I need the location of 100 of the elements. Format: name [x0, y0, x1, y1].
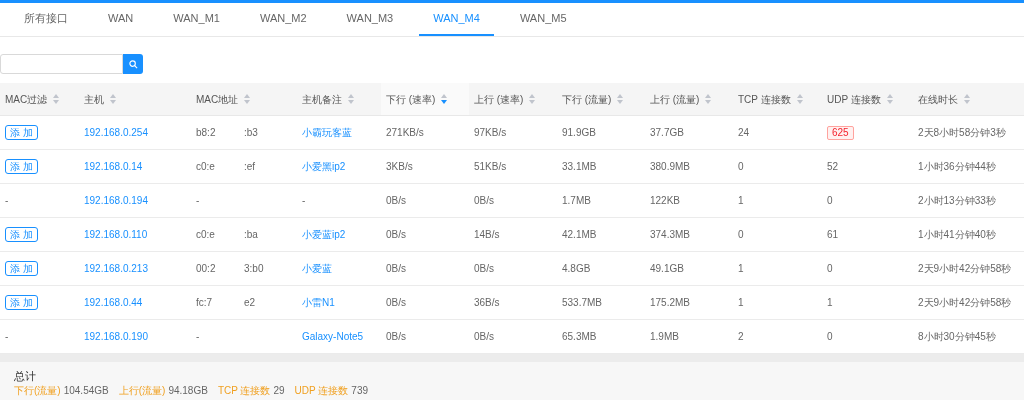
add-button[interactable]: 添 加	[5, 261, 38, 276]
interface-tab[interactable]: WAN_M2	[245, 3, 321, 36]
sort-icon[interactable]	[348, 94, 354, 104]
table-cell-text: 8小时30分钟45秒	[918, 330, 996, 344]
table-cell-text: 271KB/s	[386, 126, 424, 140]
table-cell-text: 1	[827, 296, 833, 310]
interface-tab[interactable]: WAN	[94, 3, 148, 36]
table-cell-text: :ef	[244, 160, 256, 174]
host-note-link[interactable]: Galaxy-Note5	[302, 329, 364, 344]
host-note-link[interactable]: 小爱蓝	[302, 261, 332, 276]
search-button[interactable]	[123, 54, 143, 74]
table-cell-text: 0B/s	[386, 330, 406, 344]
sort-icon[interactable]	[529, 94, 536, 104]
table-cell-text: 49.1GB	[650, 262, 684, 276]
host-note-link[interactable]: 小雷N1	[302, 295, 335, 310]
table-cell-text: 0	[738, 228, 744, 242]
host-link[interactable]: 192.168.0.110	[84, 227, 148, 242]
column-header: 下行 (速率)	[386, 92, 436, 107]
table-cell-text: 2天8小时58分钟3秒	[918, 126, 1006, 140]
table-cell-text: 1	[738, 296, 744, 310]
add-button[interactable]: 添 加	[5, 295, 38, 310]
table-cell-text: 2小时13分钟33秒	[918, 194, 996, 208]
interface-tab[interactable]: WAN_M1	[159, 3, 234, 36]
sort-icon[interactable]	[441, 94, 448, 104]
table-cell-text: -	[196, 194, 201, 208]
interface-tab[interactable]: WAN_M3	[332, 3, 408, 36]
column-header: 下行 (流量)	[562, 92, 612, 107]
host-note-link[interactable]: 小爱黑ip2	[302, 159, 346, 174]
table-cell-text: 0B/s	[386, 296, 406, 310]
column-header: 在线时长	[918, 92, 958, 107]
table-cell-text: 2	[738, 330, 744, 344]
column-header: UDP 连接数	[827, 92, 881, 107]
interface-tab[interactable]: WAN_M4	[419, 3, 494, 36]
table-cell-text: 0B/s	[386, 194, 406, 208]
sort-icon[interactable]	[617, 94, 624, 104]
table-cell-text: -	[5, 330, 9, 344]
summary-value: 29	[273, 384, 285, 398]
table-cell-text: b8:2	[196, 126, 217, 140]
add-button[interactable]: 添 加	[5, 125, 38, 140]
table-cell-text: 91.9GB	[562, 126, 596, 140]
table-cell-text: 0B/s	[386, 262, 406, 276]
table-cell-text: 0B/s	[474, 330, 494, 344]
column-header: TCP 连接数	[738, 92, 791, 107]
add-button[interactable]: 添 加	[5, 227, 38, 242]
sort-icon[interactable]	[244, 94, 251, 104]
summary-label: 下行(流量)	[14, 384, 61, 398]
host-link[interactable]: 192.168.0.44	[84, 295, 143, 310]
summary-label: TCP 连接数	[217, 384, 271, 398]
table-cell-text: 0B/s	[386, 228, 406, 242]
table-cell-text: 2天9小时42分钟58秒	[918, 296, 1012, 310]
table-cell-text: 0B/s	[474, 262, 494, 276]
host-link[interactable]: 192.168.0.213	[84, 261, 148, 276]
table-cell-text: 52	[827, 160, 839, 174]
table-cell-text: -	[5, 194, 9, 208]
count-badge: 625	[827, 125, 854, 140]
table-cell-text: 37.7GB	[650, 126, 684, 140]
table-cell-text: 1.7MB	[562, 194, 591, 208]
interface-tab[interactable]: WAN_M5	[505, 3, 581, 36]
table-cell-text: 36B/s	[474, 296, 500, 310]
column-header: 上行 (速率)	[474, 92, 524, 107]
summary-title: 总计	[14, 369, 37, 383]
table-cell-text: :b3	[244, 126, 258, 140]
sort-icon[interactable]	[110, 94, 116, 104]
sort-icon[interactable]	[705, 94, 712, 104]
summary-value: 94.18GB	[168, 384, 208, 398]
table-cell-text: 97KB/s	[474, 126, 507, 140]
host-link[interactable]: 192.168.0.254	[84, 125, 148, 140]
table-cell-text: 1.9MB	[650, 330, 679, 344]
add-button[interactable]: 添 加	[5, 159, 38, 174]
table-cell-text: 0	[827, 330, 833, 344]
search-field[interactable]	[0, 54, 123, 74]
table-cell-text: 0B/s	[474, 194, 494, 208]
sort-icon[interactable]	[964, 94, 970, 104]
interface-tab[interactable]: 所有接口	[10, 3, 82, 36]
column-header: 上行 (流量)	[650, 92, 700, 107]
table-cell-text: 1	[738, 194, 744, 208]
column-header: MAC地址	[196, 92, 239, 107]
host-note-link[interactable]: 小霸玩客蓝	[302, 125, 352, 140]
table-cell-text: 2天9小时42分钟58秒	[918, 262, 1012, 276]
table-cell-text: fc:7	[196, 296, 214, 310]
table-cell-text: 1	[738, 262, 744, 276]
summary-label: UDP 连接数	[294, 384, 349, 398]
summary-value: 739	[351, 384, 368, 398]
table-cell-text: 1小时36分钟44秒	[918, 160, 996, 174]
table-cell-text: -	[196, 330, 201, 344]
table-cell-text: 24	[738, 126, 750, 140]
table-cell-text: 175.2MB	[650, 296, 691, 310]
sort-icon[interactable]	[886, 94, 893, 104]
sort-icon[interactable]	[796, 94, 803, 104]
host-link[interactable]: 192.168.0.194	[84, 193, 148, 208]
host-link[interactable]: 192.168.0.190	[84, 329, 148, 344]
host-link[interactable]: 192.168.0.14	[84, 159, 143, 174]
sort-icon[interactable]	[53, 94, 60, 104]
table-cell-text: 14B/s	[474, 228, 500, 242]
table-cell-text: 0	[827, 262, 833, 276]
table-cell-text: -	[302, 194, 306, 208]
table-cell-text: 380.9MB	[650, 160, 691, 174]
table-cell-text: 0	[827, 194, 833, 208]
host-note-link[interactable]: 小爱蓝ip2	[302, 227, 346, 242]
summary-label: 上行(流量)	[118, 384, 166, 398]
